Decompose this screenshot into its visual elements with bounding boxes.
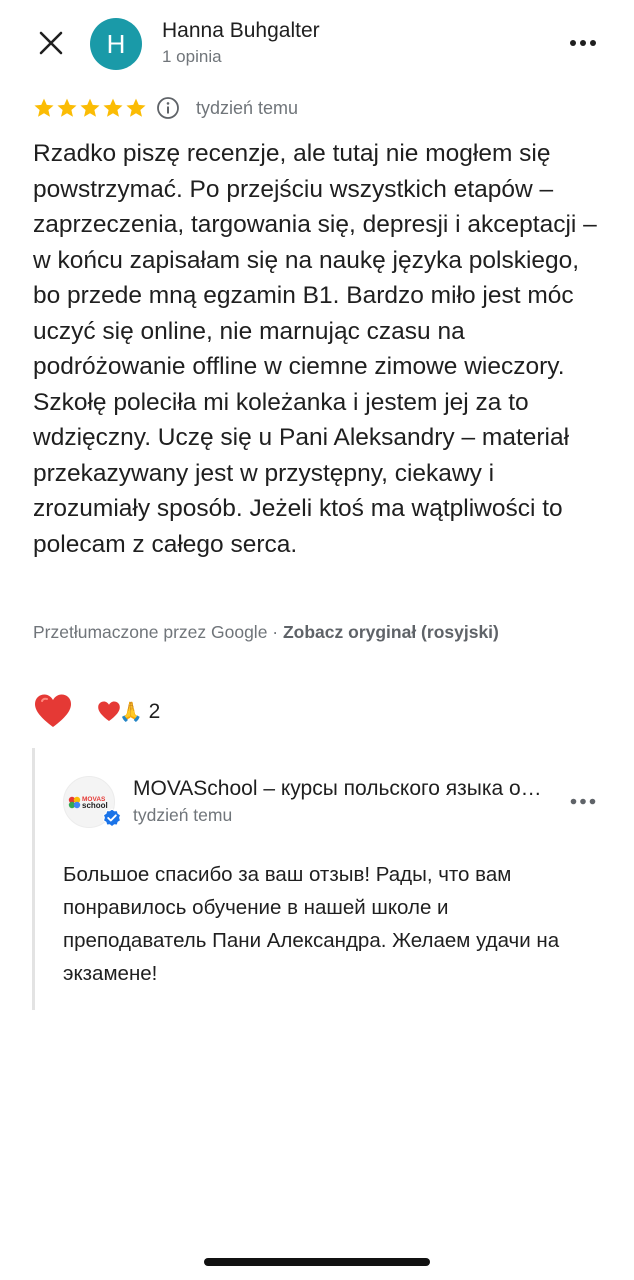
star-icon <box>57 98 77 117</box>
heart-icon <box>98 701 120 721</box>
reaction-summary[interactable]: 🙏 2 <box>97 700 160 724</box>
review-header: H Hanna Buhgalter 1 opinia <box>0 0 634 90</box>
reaction-count: 2 <box>148 700 161 723</box>
owner-name[interactable]: MOVASchool – курсы польского языка онлай… <box>133 777 553 801</box>
reply-time: tydzień temu <box>133 805 233 825</box>
more-horizontal-icon <box>570 798 596 804</box>
review-time: tydzień temu <box>196 97 299 118</box>
star-rating <box>33 97 147 119</box>
avatar[interactable]: H <box>90 18 142 70</box>
star-icon <box>80 98 100 117</box>
close-button[interactable] <box>32 24 70 62</box>
pray-icon: 🙏 <box>119 701 143 723</box>
star-icon <box>103 98 123 117</box>
reply-more-options-button[interactable] <box>568 790 598 812</box>
review-text: Rzadko piszę recenzje, ale tutaj nie mog… <box>33 140 597 558</box>
reply-text: Большое спасибо за ваш отзыв! Рады, что … <box>63 863 560 985</box>
heart-react-button[interactable] <box>33 692 73 732</box>
translation-note: Przetłumaczone przez Google · Zobacz ory… <box>33 622 499 643</box>
more-options-button[interactable] <box>566 30 600 56</box>
translated-by-label: Przetłumaczone przez Google · <box>33 622 283 642</box>
see-original-link[interactable]: Zobacz oryginał (rosyjski) <box>283 622 499 642</box>
close-icon <box>39 31 63 55</box>
reactions-row: 🙏 2 <box>33 690 160 734</box>
author-review-count: 1 opinia <box>162 47 222 66</box>
info-icon[interactable] <box>156 96 180 120</box>
star-icon <box>126 98 146 117</box>
owner-reply: MOVAS school MOVASchool – курсы польског… <box>32 748 604 1010</box>
home-indicator[interactable] <box>204 1258 430 1266</box>
verified-badge-icon <box>102 808 122 828</box>
star-icon <box>34 98 54 117</box>
rating-row: tydzień temu <box>33 94 298 122</box>
author-name[interactable]: Hanna Buhgalter <box>162 19 320 43</box>
more-horizontal-icon <box>570 40 596 46</box>
